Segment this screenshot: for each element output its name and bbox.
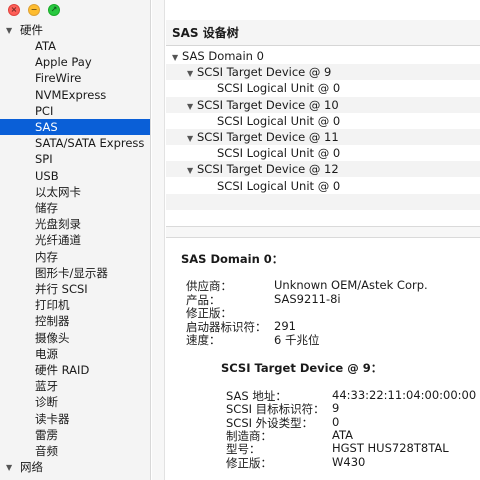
sidebar-item[interactable]: USB — [0, 168, 150, 184]
sidebar-item[interactable]: 内存 — [0, 249, 150, 265]
close-icon: × — [10, 5, 18, 14]
sidebar-item[interactable]: PCI — [0, 103, 150, 119]
tree-row[interactable]: SCSI Logical Unit @ 0 — [166, 178, 480, 194]
sidebar-item[interactable]: SATA/SATA Express — [0, 135, 150, 151]
sidebar-item[interactable]: 储存 — [0, 200, 150, 216]
sidebar-item[interactable]: 读卡器 — [0, 411, 150, 427]
sidebar-item[interactable]: NVMExpress — [0, 87, 150, 103]
sidebar-item[interactable]: 硬件 RAID — [0, 362, 150, 378]
tree-row-label: SCSI Target Device @ 12 — [197, 162, 339, 177]
sidebar-item[interactable]: 音频 — [0, 443, 150, 459]
tree-row[interactable]: ▼ SCSI Target Device @ 12 — [166, 161, 480, 178]
window-controls: × − ↗ — [8, 4, 60, 18]
sidebar-item[interactable]: 蓝牙 — [0, 378, 150, 394]
field-value: 9 — [332, 401, 340, 416]
tree-row-label: SCSI Target Device @ 9 — [197, 65, 332, 80]
source-list-sidebar: × − ↗ ▼ 硬件 ATA Apple Pay FireWire NVMExpres… — [0, 0, 151, 480]
tree-empty-row — [166, 193, 480, 210]
sidebar-item[interactable]: 并行 SCSI — [0, 281, 150, 297]
tree-row-label: SAS Domain 0 — [182, 49, 264, 63]
sidebar-item[interactable]: 摄像头 — [0, 330, 150, 346]
tree-row-content: SCSI Logical Unit @ 0 — [166, 80, 480, 96]
field-value: SAS9211-8i — [274, 291, 341, 306]
tree-row[interactable]: ▼ SCSI Target Device @ 10 — [166, 96, 480, 113]
tree-row-content: SCSI Logical Unit @ 0 — [166, 113, 480, 129]
sidebar-item[interactable]: 电源 — [0, 346, 150, 362]
field-value: 291 — [274, 318, 296, 333]
close-button[interactable]: × — [8, 4, 20, 16]
pane-splitter[interactable] — [166, 226, 480, 238]
tree-row[interactable]: SCSI Logical Unit @ 0 — [166, 113, 480, 129]
field-value: 6 千兆位 — [274, 333, 320, 347]
sidebar-item[interactable]: 诊断 — [0, 394, 150, 410]
sidebar-item[interactable]: SAS — [0, 119, 150, 135]
tree-row-label: SCSI Logical Unit @ 0 — [217, 113, 341, 128]
tree-header: SAS 设备树 — [166, 20, 480, 46]
tree-row-label: SCSI Target Device @ 11 — [197, 130, 339, 144]
sidebar-item[interactable]: FireWire — [0, 70, 150, 86]
field-value: 44:33:22:11:04:00:00:00 — [332, 388, 477, 402]
sidebar-item[interactable]: 图形卡/显示器 — [0, 265, 150, 281]
tree-row[interactable]: SCSI Logical Unit @ 0 — [166, 145, 480, 161]
field-value: ATA — [332, 427, 353, 442]
tree-row-label: SCSI Logical Unit @ 0 — [217, 146, 341, 161]
tree-empty-row — [166, 210, 480, 226]
sidebar-item[interactable]: Apple Pay — [0, 54, 150, 70]
field-value: HGST HUS728T8TAL — [332, 441, 449, 456]
tree-row[interactable]: ▼ SCSI Target Device @ 9 — [166, 64, 480, 81]
minimize-icon: − — [30, 5, 38, 14]
field-label: 速度： — [186, 333, 221, 347]
sidebar-item[interactable]: ATA — [0, 38, 150, 54]
sidebar-group-label: 硬件 — [20, 23, 43, 37]
sidebar-group-label: 网络 — [20, 460, 43, 474]
field-value: W430 — [332, 454, 366, 469]
sidebar-item[interactable]: 以太网卡 — [0, 184, 150, 200]
field-value: 0 — [332, 414, 340, 429]
tree-row-label: SCSI Target Device @ 10 — [197, 97, 339, 112]
sidebar-scrollbar[interactable] — [152, 0, 165, 480]
sidebar-group-network[interactable]: ▼ 网络 — [0, 459, 150, 475]
field-label: 修正版： — [226, 455, 272, 470]
tree-row[interactable]: ▼ SAS Domain 0 — [166, 48, 480, 64]
tree-row-content: SCSI Logical Unit @ 0 — [166, 178, 480, 194]
fullscreen-icon: ↗ — [50, 5, 58, 14]
tree-row[interactable]: ▼ SCSI Target Device @ 11 — [166, 129, 480, 145]
sidebar-item[interactable]: SPI — [0, 151, 150, 167]
tree-row-label: SCSI Logical Unit @ 0 — [217, 178, 341, 193]
tree-row-content: SCSI Logical Unit @ 0 — [166, 145, 480, 161]
tree-row[interactable]: SCSI Logical Unit @ 0 — [166, 80, 480, 96]
sidebar-item[interactable]: 雷雳 — [0, 427, 150, 443]
minimize-button[interactable]: − — [28, 4, 40, 16]
sidebar-item[interactable]: 控制器 — [0, 313, 150, 329]
sidebar-item[interactable]: 打印机 — [0, 297, 150, 313]
sidebar-item[interactable]: 光盘刻录 — [0, 216, 150, 232]
content-pane: SAS 设备树 ▼ SAS Domain 0 ▼ SCSI Target Device… — [166, 0, 480, 480]
domain-title: SAS Domain 0： — [181, 252, 284, 266]
disclosure-down-icon[interactable]: ▼ — [6, 26, 16, 35]
field-value: Unknown OEM/Astek Corp. — [274, 278, 428, 292]
tree-row-label: SCSI Logical Unit @ 0 — [217, 81, 341, 96]
sidebar-item[interactable]: 光纤通道 — [0, 232, 150, 248]
sidebar-group-hardware[interactable]: ▼ 硬件 — [0, 22, 150, 38]
zoom-button[interactable]: ↗ — [48, 4, 60, 16]
disclosure-down-icon[interactable]: ▼ — [6, 463, 16, 472]
detail-pane: SAS Domain 0： 供应商： Unknown OEM/Astek Corp… — [166, 238, 480, 480]
target-title: SCSI Target Device @ 9： — [221, 361, 383, 375]
